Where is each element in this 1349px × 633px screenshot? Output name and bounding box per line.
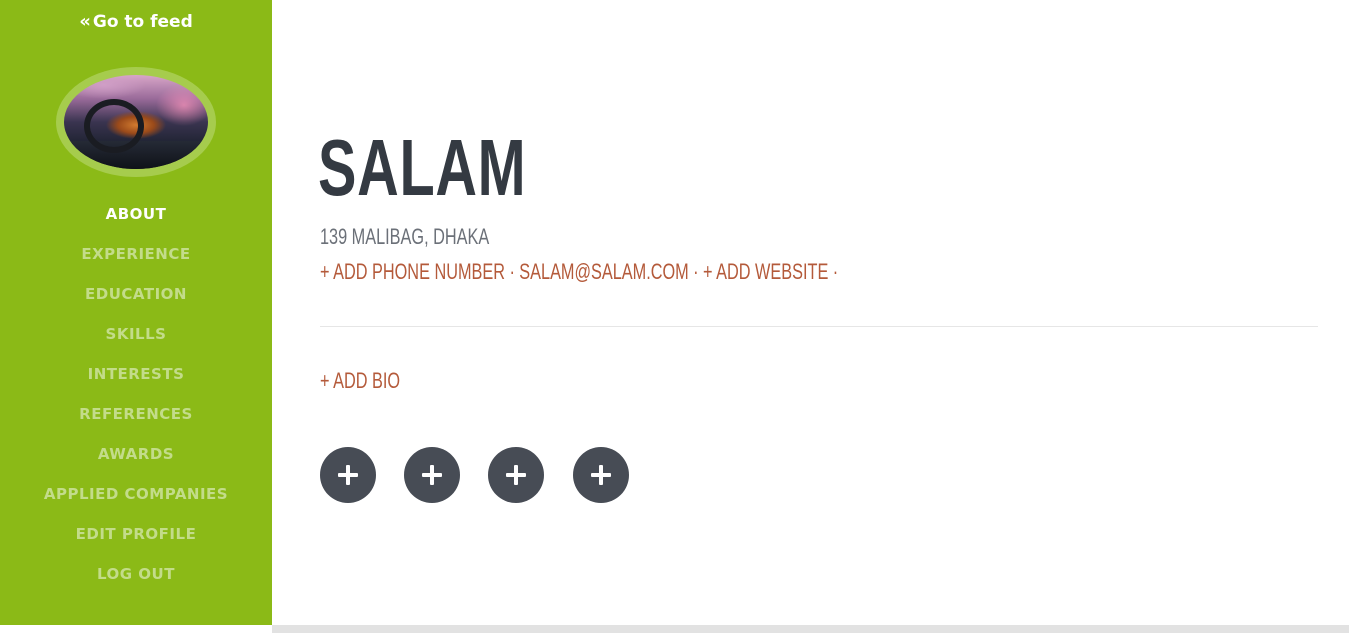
sidebar-item-interests[interactable]: INTERESTS — [0, 364, 272, 404]
sidebar: «Go to feed ABOUT EXPERIENCE EDUCATION S… — [0, 0, 272, 625]
bottom-scroll-strip — [272, 625, 1349, 633]
profile-address: 139 MALIBAG, DHAKA — [320, 224, 490, 249]
go-to-feed-link[interactable]: «Go to feed — [0, 11, 272, 32]
add-website-link[interactable]: + ADD WEBSITE — [703, 259, 828, 284]
sidebar-item-education[interactable]: EDUCATION — [0, 284, 272, 324]
avatar-photo-dashboard — [64, 141, 208, 169]
sidebar-nav: ABOUT EXPERIENCE EDUCATION SKILLS INTERE… — [0, 204, 272, 604]
email-link[interactable]: SALAM@SALAM.COM — [519, 259, 688, 284]
sidebar-item-experience[interactable]: EXPERIENCE — [0, 244, 272, 284]
sidebar-item-edit-profile[interactable]: EDIT PROFILE — [0, 524, 272, 564]
sidebar-item-log-out[interactable]: LOG OUT — [0, 564, 272, 604]
add-bio-link[interactable]: + ADD BIO — [320, 368, 400, 394]
separator-dot: · — [509, 259, 515, 284]
add-social-button[interactable] — [488, 447, 544, 503]
sidebar-item-skills[interactable]: SKILLS — [0, 324, 272, 364]
add-social-button[interactable] — [573, 447, 629, 503]
sidebar-item-references[interactable]: REFERENCES — [0, 404, 272, 444]
sidebar-item-awards[interactable]: AWARDS — [0, 444, 272, 484]
contact-line: + ADD PHONE NUMBER · SALAM@SALAM.COM · + ADD… — [320, 259, 843, 285]
sidebar-item-applied-companies[interactable]: APPLIED COMPANIES — [0, 484, 272, 524]
avatar-frame — [56, 67, 216, 177]
section-divider — [320, 326, 1318, 327]
go-to-feed-label: Go to feed — [92, 12, 193, 32]
add-social-button[interactable] — [320, 447, 376, 503]
add-social-button[interactable] — [404, 447, 460, 503]
add-phone-link[interactable]: + ADD PHONE NUMBER — [320, 259, 505, 284]
separator-dot: · — [832, 259, 839, 284]
separator-dot: · — [693, 259, 699, 284]
chevrons-left-icon: « — [79, 11, 91, 32]
avatar[interactable] — [64, 75, 208, 169]
sidebar-item-about[interactable]: ABOUT — [0, 204, 272, 244]
avatar-photo-steering-wheel — [84, 99, 144, 153]
profile-name: SALAM — [318, 123, 527, 212]
